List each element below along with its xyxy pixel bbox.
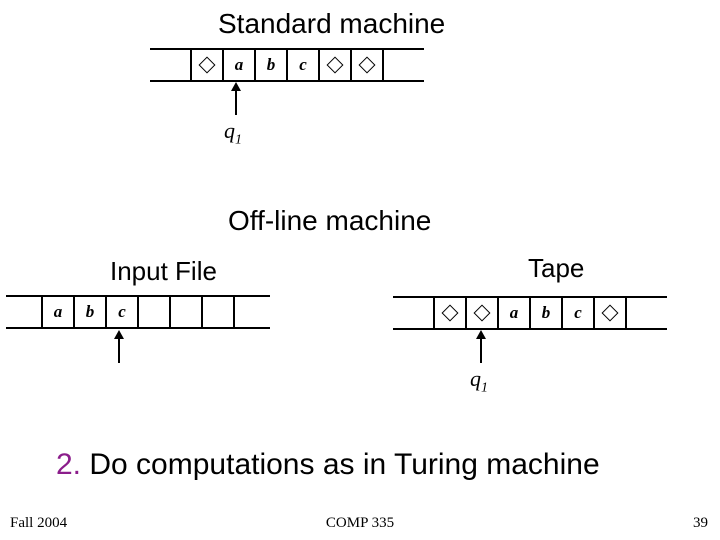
symbol-b: b [267, 55, 276, 75]
tape-cell: a [499, 298, 531, 328]
blank-icon [359, 57, 376, 74]
tape-cell [171, 297, 203, 327]
blank-icon [327, 57, 344, 74]
symbol-b: b [542, 303, 551, 323]
tape-cell [203, 297, 235, 327]
state-q1-top: q1 [224, 118, 242, 148]
tape-cell: c [107, 297, 139, 327]
tape-cell [435, 298, 467, 328]
label-tape: Tape [528, 253, 584, 284]
tape-cell: a [43, 297, 75, 327]
step-text: Do computations as in Turing machine [89, 448, 599, 481]
symbol-a: a [235, 55, 244, 75]
blank-icon [602, 305, 619, 322]
tape-cell: a [224, 50, 256, 80]
tape-cell [150, 50, 192, 80]
state-letter: q [224, 118, 235, 143]
symbol-c: c [574, 303, 582, 323]
footer-page: 39 [693, 515, 708, 532]
tape-cell: c [288, 50, 320, 80]
symbol-c: c [118, 302, 126, 322]
state-sub: 1 [235, 132, 242, 147]
tape-cell [467, 298, 499, 328]
label-input-file: Input File [110, 256, 217, 287]
title-standard: Standard machine [218, 8, 445, 40]
symbol-a: a [510, 303, 519, 323]
tape-cell [320, 50, 352, 80]
tape-cell [384, 50, 424, 80]
tape-standard: a b c [150, 48, 424, 82]
title-offline: Off-line machine [228, 205, 431, 237]
state-letter: q [470, 366, 481, 391]
tape-cell: b [531, 298, 563, 328]
tape-cell [6, 297, 43, 327]
tape-cell [393, 298, 435, 328]
tape-input-file: a b c [6, 295, 270, 329]
tape-cell [235, 297, 270, 327]
tape-cell [139, 297, 171, 327]
footer-term: Fall 2004 [10, 515, 67, 532]
tape-cell: c [563, 298, 595, 328]
tape-cell: b [75, 297, 107, 327]
symbol-a: a [54, 302, 63, 322]
tape-cell [627, 298, 667, 328]
blank-icon [442, 305, 459, 322]
tape-cell: b [256, 50, 288, 80]
state-sub: 1 [481, 380, 488, 395]
blank-icon [199, 57, 216, 74]
tape-cell [192, 50, 224, 80]
tape-cell [352, 50, 384, 80]
tape-cell [595, 298, 627, 328]
state-q1-bottom: q1 [470, 366, 488, 396]
blank-icon [474, 305, 491, 322]
tape-offline: a b c [393, 296, 667, 330]
footer-course: COMP 335 [326, 515, 394, 532]
symbol-b: b [86, 302, 95, 322]
symbol-c: c [299, 55, 307, 75]
step-number: 2. [56, 448, 81, 481]
step-line: 2. Do computations as in Turing machine [56, 448, 600, 482]
